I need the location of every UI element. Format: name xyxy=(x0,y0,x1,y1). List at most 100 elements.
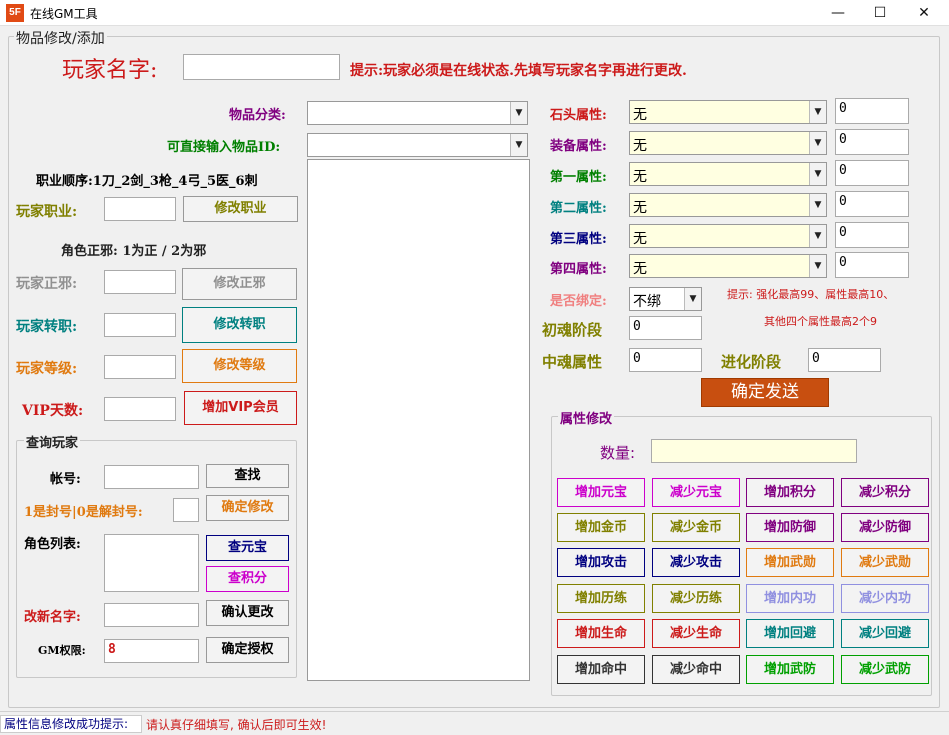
evolve-label: 进化阶段 xyxy=(721,353,782,371)
grant-gm-button[interactable]: 确定授权 xyxy=(206,637,289,663)
item-modify-group-label: 物品修改/添加 xyxy=(14,28,107,48)
modify-level-button[interactable]: 修改等级 xyxy=(182,349,297,383)
fourth-attr-num[interactable]: 0 xyxy=(835,252,909,278)
prop-button[interactable]: 增加武勋 xyxy=(746,548,834,577)
prop-button[interactable]: 增加武防 xyxy=(746,655,834,684)
send-button[interactable]: 确定发送 xyxy=(701,378,829,407)
quantity-input[interactable] xyxy=(651,439,857,463)
soul1-input[interactable]: 0 xyxy=(629,316,702,340)
prop-button[interactable]: 增加回避 xyxy=(746,619,834,648)
confirm-rename-button[interactable]: 确认更改 xyxy=(206,600,289,626)
gm-permission-input[interactable]: 8 xyxy=(104,639,199,663)
account-label: 帐号: xyxy=(50,472,81,487)
find-button[interactable]: 查找 xyxy=(206,464,289,488)
stone-attr-select[interactable]: 无 ▼ xyxy=(629,100,827,124)
prop-button[interactable]: 增加命中 xyxy=(557,655,645,684)
first-attr-num[interactable]: 0 xyxy=(835,160,909,186)
prop-button[interactable]: 增加生命 xyxy=(557,619,645,648)
modify-transfer-button[interactable]: 修改转职 xyxy=(182,307,297,343)
prop-button[interactable]: 增加元宝 xyxy=(557,478,645,507)
query-player-group-label: 查询玩家 xyxy=(24,432,81,451)
chevron-down-icon[interactable]: ▼ xyxy=(809,132,826,154)
prop-button[interactable]: 减少回避 xyxy=(841,619,929,648)
ban-input[interactable] xyxy=(173,498,199,522)
strengthen-hint-1: 提示: 强化最高99、属性最高10、 xyxy=(727,288,895,301)
second-attr-num[interactable]: 0 xyxy=(835,191,909,217)
second-attr-value: 无 xyxy=(633,200,647,216)
role-list[interactable] xyxy=(104,534,199,592)
second-attr-label: 第二属性: xyxy=(550,201,607,216)
align-input[interactable] xyxy=(104,270,176,294)
transfer-label: 玩家转职: xyxy=(16,319,78,335)
stone-attr-value: 无 xyxy=(633,107,647,123)
stone-attr-num[interactable]: 0 xyxy=(835,98,909,124)
prop-button[interactable]: 减少攻击 xyxy=(652,548,740,577)
prop-button[interactable]: 增加攻击 xyxy=(557,548,645,577)
maximize-button[interactable]: ☐ xyxy=(858,0,902,26)
minimize-button[interactable]: — xyxy=(816,0,860,26)
prop-button[interactable]: 减少生命 xyxy=(652,619,740,648)
prop-button[interactable]: 减少内功 xyxy=(841,584,929,613)
third-attr-num[interactable]: 0 xyxy=(835,222,909,248)
title-bar: 5F 在线GM工具 — ☐ ✕ xyxy=(0,0,949,26)
chevron-down-icon[interactable]: ▼ xyxy=(809,225,826,247)
item-id-label: 可直接输入物品ID: xyxy=(167,140,281,155)
first-attr-value: 无 xyxy=(633,169,647,185)
player-name-label: 玩家名字: xyxy=(62,58,158,83)
confirm-ban-button[interactable]: 确定修改 xyxy=(206,495,289,521)
window-title: 在线GM工具 xyxy=(30,7,98,21)
strengthen-hint-2: 其他四个属性最高2个9 xyxy=(764,315,877,328)
chevron-down-icon[interactable]: ▼ xyxy=(510,134,527,156)
app-icon: 5F xyxy=(6,4,24,22)
chevron-down-icon[interactable]: ▼ xyxy=(809,194,826,216)
first-attr-select[interactable]: 无 ▼ xyxy=(629,162,827,186)
transfer-input[interactable] xyxy=(104,313,176,337)
chevron-down-icon[interactable]: ▼ xyxy=(809,255,826,277)
prop-button[interactable]: 减少武勋 xyxy=(841,548,929,577)
second-attr-select[interactable]: 无 ▼ xyxy=(629,193,827,217)
add-vip-button[interactable]: 增加VIP会员 xyxy=(184,391,297,425)
bind-select[interactable]: 不绑 ▼ xyxy=(629,287,702,311)
prop-button[interactable]: 减少武防 xyxy=(841,655,929,684)
vip-input[interactable] xyxy=(104,397,176,421)
prop-button[interactable]: 增加积分 xyxy=(746,478,834,507)
prop-button[interactable]: 增加金币 xyxy=(557,513,645,542)
chevron-down-icon[interactable]: ▼ xyxy=(510,102,527,124)
prop-button[interactable]: 减少元宝 xyxy=(652,478,740,507)
close-button[interactable]: ✕ xyxy=(902,0,946,26)
chevron-down-icon[interactable]: ▼ xyxy=(684,288,701,310)
level-input[interactable] xyxy=(104,355,176,379)
item-category-select[interactable]: ▼ xyxy=(307,101,528,125)
chevron-down-icon[interactable]: ▼ xyxy=(809,101,826,123)
modify-align-button[interactable]: 修改正邪 xyxy=(182,268,297,300)
modify-job-button[interactable]: 修改职业 xyxy=(183,196,298,222)
chevron-down-icon[interactable]: ▼ xyxy=(809,163,826,185)
check-points-button[interactable]: 查积分 xyxy=(206,566,289,592)
prop-button[interactable]: 减少金币 xyxy=(652,513,740,542)
item-id-select[interactable]: ▼ xyxy=(307,133,528,157)
align-note: 角色正邪: 1为正 / 2为邪 xyxy=(61,244,207,259)
prop-button[interactable]: 减少防御 xyxy=(841,513,929,542)
job-input[interactable] xyxy=(104,197,176,221)
vip-label: VIP天数: xyxy=(22,403,84,419)
player-name-input[interactable] xyxy=(183,54,340,80)
evolve-input[interactable]: 0 xyxy=(808,348,881,372)
prop-button[interactable]: 增加历练 xyxy=(557,584,645,613)
third-attr-select[interactable]: 无 ▼ xyxy=(629,224,827,248)
status-message: 请认真仔细填写, 确认后即可生效! xyxy=(146,718,327,732)
check-yuanbao-button[interactable]: 查元宝 xyxy=(206,535,289,561)
fourth-attr-select[interactable]: 无 ▼ xyxy=(629,254,827,278)
prop-button[interactable]: 增加内功 xyxy=(746,584,834,613)
rename-input[interactable] xyxy=(104,603,199,627)
equip-attr-select[interactable]: 无 ▼ xyxy=(629,131,827,155)
status-bar: 属性信息修改成功提示: 请认真仔细填写, 确认后即可生效! xyxy=(0,711,949,735)
prop-button[interactable]: 增加防御 xyxy=(746,513,834,542)
item-category-label: 物品分类: xyxy=(229,108,286,123)
account-input[interactable] xyxy=(104,465,199,489)
prop-button[interactable]: 减少积分 xyxy=(841,478,929,507)
item-list[interactable] xyxy=(307,159,530,681)
equip-attr-num[interactable]: 0 xyxy=(835,129,909,155)
soul2-input[interactable]: 0 xyxy=(629,348,702,372)
prop-button[interactable]: 减少历练 xyxy=(652,584,740,613)
prop-button[interactable]: 减少命中 xyxy=(652,655,740,684)
